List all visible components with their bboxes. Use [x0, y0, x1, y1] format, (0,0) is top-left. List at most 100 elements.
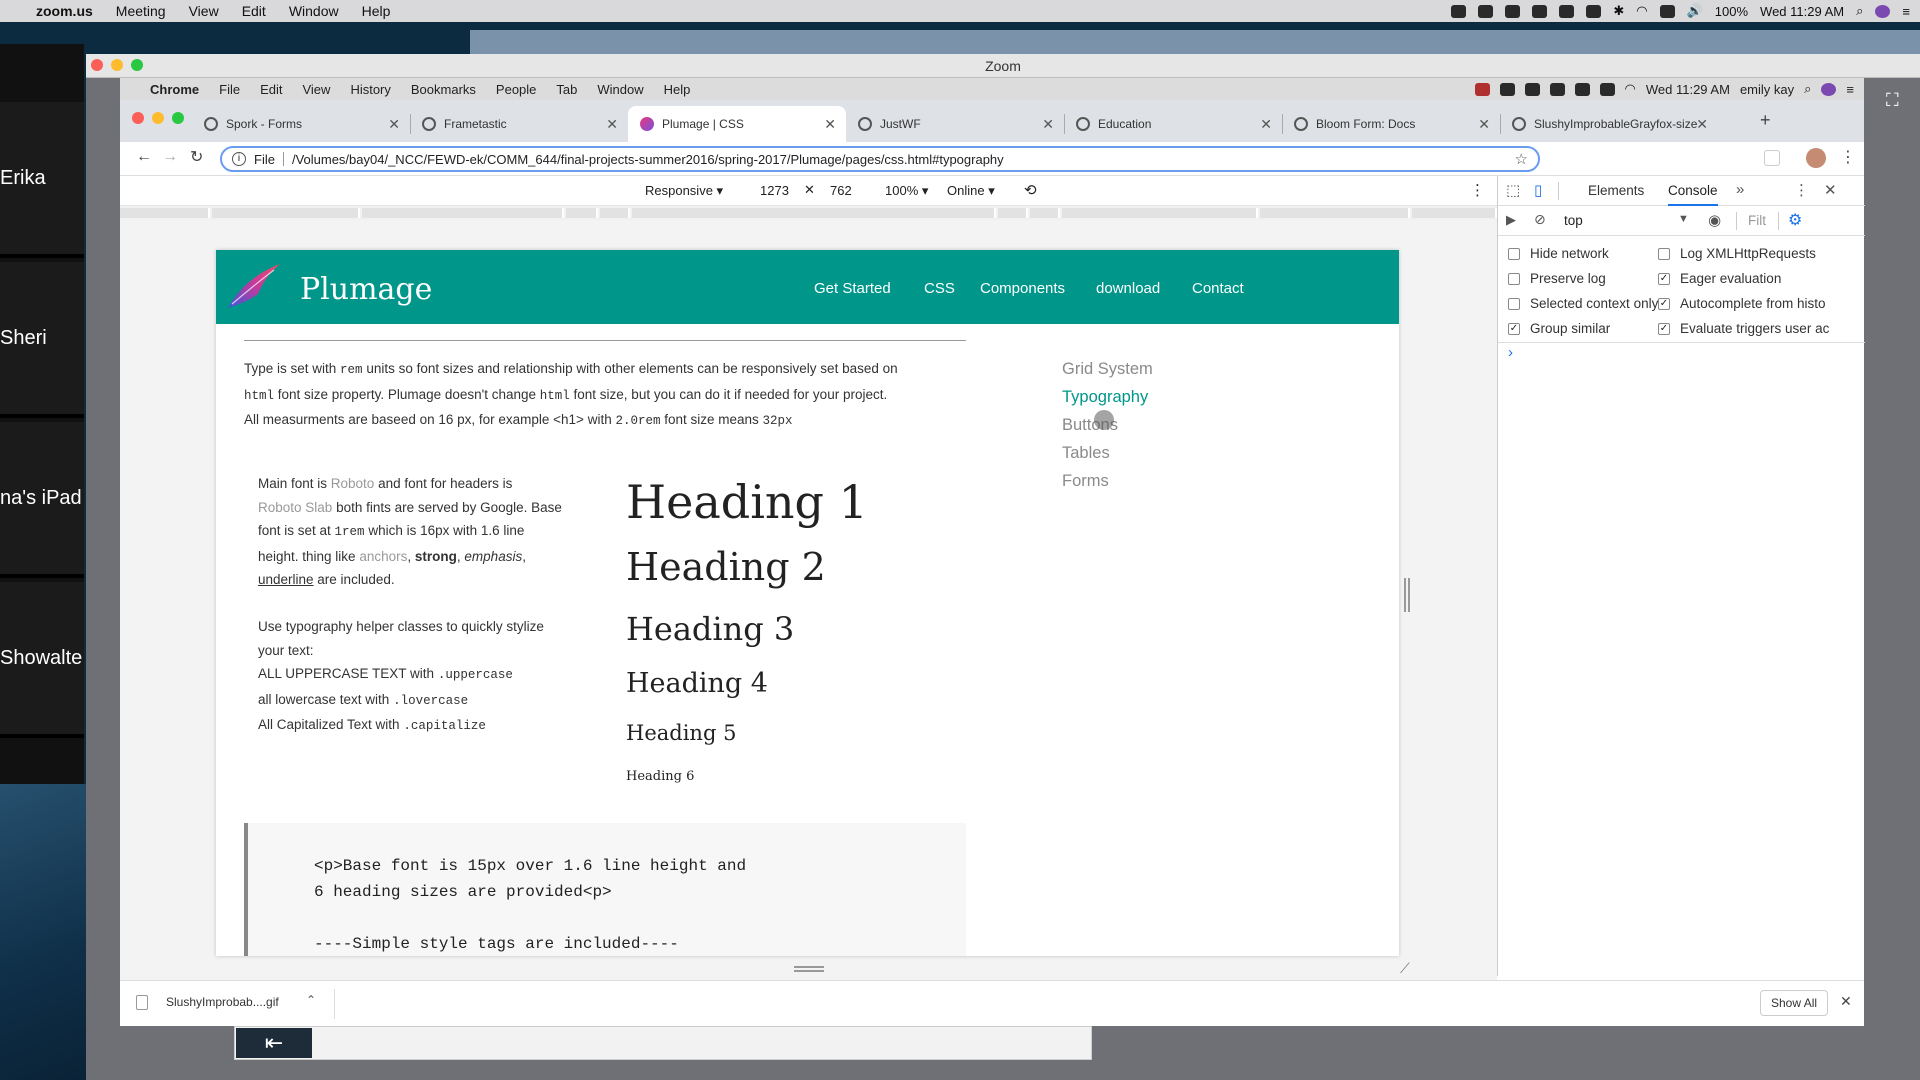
zoom-maximize-button[interactable] [131, 59, 143, 71]
menubar-item-view[interactable]: View [302, 82, 330, 97]
back-arrow-icon[interactable]: ← [136, 148, 152, 166]
menubar-item-meeting[interactable]: Meeting [116, 3, 166, 19]
inspect-element-icon[interactable]: ⬚ [1506, 181, 1520, 199]
show-all-button[interactable]: Show All [1760, 990, 1829, 1016]
context-select[interactable]: top [1564, 213, 1583, 228]
hide-network-checkbox[interactable]: Hide network [1508, 246, 1609, 261]
wifi-icon[interactable]: ◠ [1636, 3, 1647, 19]
chrome-menu-icon[interactable]: ⋮ [1840, 147, 1856, 167]
close-tab-icon[interactable]: ✕ [388, 116, 400, 133]
bluetooth-icon[interactable]: ✱ [1613, 3, 1624, 19]
tab-elements[interactable]: Elements [1588, 183, 1644, 198]
close-window-button[interactable] [132, 112, 144, 124]
roboto-link[interactable]: Roboto [331, 476, 375, 491]
network-throttle-select[interactable]: Online ▾ [947, 183, 995, 199]
viewport-height-input[interactable]: 762 [830, 183, 852, 198]
menubar-item-bookmarks[interactable]: Bookmarks [411, 82, 476, 97]
chat-status-icon[interactable] [1478, 4, 1494, 18]
more-tabs-icon[interactable]: » [1736, 181, 1744, 198]
live-expression-eye-icon[interactable]: ◉ [1708, 211, 1721, 229]
tab-frametastic[interactable]: Frametastic ✕ [410, 106, 628, 142]
airplay-icon[interactable] [1574, 82, 1590, 96]
menubar-item-tab[interactable]: Tab [556, 82, 577, 97]
side-nav-tables[interactable]: Tables [1062, 444, 1110, 463]
nav-components[interactable]: Components [980, 280, 1065, 297]
log-xhr-checkbox[interactable]: Log XMLHttpRequests [1658, 246, 1816, 261]
menubar-clock[interactable]: Wed 11:29 AM [1760, 4, 1844, 19]
devtools-menu-icon[interactable]: ⋮ [1794, 181, 1809, 199]
extension-icon[interactable] [1764, 150, 1780, 166]
close-devtools-icon[interactable]: ✕ [1824, 181, 1837, 199]
menubar-item-people[interactable]: People [496, 82, 536, 97]
clear-console-icon[interactable]: ⊘ [1534, 211, 1546, 228]
show-sidebar-icon[interactable]: ▶ [1506, 212, 1516, 228]
group-similar-checkbox[interactable]: ✓ Group similar [1508, 321, 1610, 336]
dropbox-icon[interactable] [1474, 82, 1490, 96]
participant-tile[interactable]: Sheri [0, 262, 84, 418]
participant-tile[interactable]: Showalte [0, 582, 84, 738]
close-tab-icon[interactable]: ✕ [1478, 116, 1490, 133]
battery-percent[interactable]: 100% [1715, 4, 1748, 19]
zoom-status-icon[interactable] [1451, 4, 1467, 18]
siri-icon[interactable] [1875, 4, 1891, 18]
download-file-name[interactable]: SlushyImprobab....gif [166, 995, 279, 1009]
eager-evaluation-checkbox[interactable]: ✓ Eager evaluation [1658, 271, 1781, 286]
spotlight-icon[interactable]: ⌕ [1856, 3, 1863, 19]
tab-justwf[interactable]: JustWF ✕ [846, 106, 1064, 142]
tab-bloom-form-docs[interactable]: Bloom Form: Docs ✕ [1282, 106, 1500, 142]
menubar-item-help[interactable]: Help [664, 82, 691, 97]
menubar-item-edit[interactable]: Edit [242, 3, 266, 19]
tab-slushy-gif[interactable]: SlushyImprobableGrayfox-size ✕ [1500, 106, 1718, 142]
rotate-icon[interactable]: ⟲ [1024, 181, 1037, 199]
time-machine-icon[interactable] [1586, 4, 1602, 18]
menubar-app-name[interactable]: zoom.us [36, 3, 93, 19]
exit-sidebar-icon[interactable]: ⇤ [236, 1028, 312, 1058]
bookmark-star-icon[interactable]: ☆ [1515, 150, 1528, 168]
volume-icon[interactable]: 🔊 [1687, 3, 1703, 19]
chrome-menubar-clock[interactable]: Wed 11:29 AM [1646, 82, 1730, 97]
tab-plumage-css[interactable]: Plumage | CSS ✕ [628, 106, 846, 142]
close-tab-icon[interactable]: ✕ [1042, 116, 1054, 133]
close-tab-icon[interactable]: ✕ [1696, 116, 1708, 133]
address-bar[interactable]: i File /Volumes/bay04/_NCC/FEWD-ek/COMM_… [220, 146, 1540, 172]
info-icon[interactable]: i [232, 152, 246, 166]
notification-center-icon[interactable]: ≡ [1902, 4, 1910, 19]
nav-get-started[interactable]: Get Started [814, 280, 891, 297]
autocomplete-history-checkbox[interactable]: ✓ Autocomplete from histo [1658, 296, 1826, 311]
user-name[interactable]: emily kay [1740, 82, 1794, 97]
close-tab-icon[interactable]: ✕ [824, 116, 836, 133]
creative-cloud-icon[interactable] [1505, 4, 1521, 18]
zoom-minimize-button[interactable] [111, 59, 123, 71]
spotlight-icon[interactable]: ⌕ [1804, 81, 1811, 97]
plumage-logo[interactable] [224, 260, 284, 312]
evaluate-triggers-checkbox[interactable]: ✓ Evaluate triggers user ac [1658, 321, 1829, 336]
media-query-bar[interactable] [120, 206, 1497, 220]
resize-handle-right[interactable] [1404, 578, 1410, 612]
download-options-chevron-icon[interactable]: ⌃ [306, 993, 316, 1007]
menubar-item-help[interactable]: Help [362, 3, 391, 19]
participant-tile[interactable]: Erika [0, 102, 84, 258]
siri-icon[interactable] [1821, 82, 1837, 96]
selected-context-checkbox[interactable]: Selected context only [1508, 296, 1658, 311]
screen-icon[interactable] [1549, 82, 1565, 96]
forward-arrow-icon[interactable]: → [162, 148, 178, 166]
menubar-app-name[interactable]: Chrome [150, 82, 199, 97]
zoom-close-button[interactable] [91, 59, 103, 71]
console-prompt-icon[interactable]: › [1508, 344, 1513, 361]
menubar-item-file[interactable]: File [219, 82, 240, 97]
time-machine-icon[interactable] [1599, 82, 1615, 96]
anchors-link[interactable]: anchors [359, 549, 407, 564]
nav-download[interactable]: download [1096, 280, 1160, 297]
drive-icon[interactable] [1532, 4, 1548, 18]
tab-spork-forms[interactable]: Spork - Forms ✕ [192, 106, 410, 142]
device-select[interactable]: Responsive ▾ [645, 183, 723, 199]
drive-icon[interactable] [1524, 82, 1540, 96]
menubar-item-view[interactable]: View [189, 3, 219, 19]
input-source-icon[interactable] [1659, 4, 1675, 18]
chevron-down-icon[interactable]: ▼ [1678, 213, 1689, 225]
device-menu-icon[interactable]: ⋮ [1470, 181, 1485, 199]
wifi-icon[interactable]: ◠ [1625, 81, 1636, 97]
tab-education[interactable]: Education ✕ [1064, 106, 1282, 142]
device-toggle-icon[interactable]: ▯ [1534, 181, 1542, 199]
site-brand[interactable]: Plumage [300, 272, 432, 307]
